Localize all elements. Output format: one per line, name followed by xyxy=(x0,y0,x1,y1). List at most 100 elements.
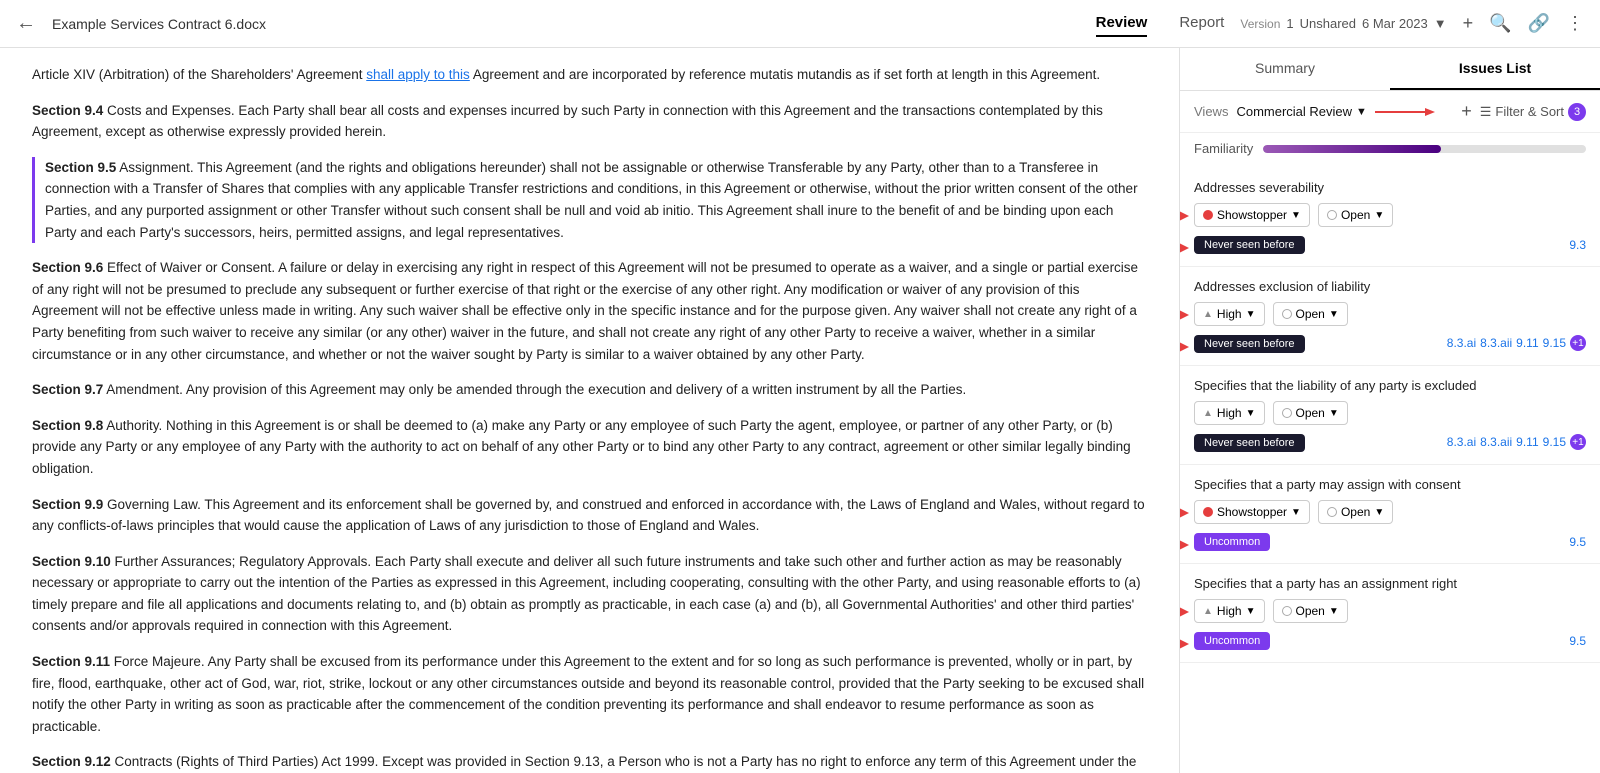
back-button[interactable]: ← xyxy=(16,12,36,35)
familiarity-bar xyxy=(1263,145,1586,153)
severity-button[interactable]: Showstopper ▼ xyxy=(1194,203,1310,227)
topbar-icons: 🔍 🔗 ⋮ xyxy=(1489,13,1584,34)
severity-button[interactable]: ▲ High ▼ xyxy=(1194,401,1265,425)
severity-button[interactable]: Showstopper ▼ xyxy=(1194,500,1310,524)
version-chevron[interactable]: ▼ xyxy=(1434,16,1447,31)
issue-title: Specifies that the liability of any part… xyxy=(1194,378,1586,393)
search-icon[interactable]: 🔍 xyxy=(1489,13,1511,34)
status-button[interactable]: Open ▼ xyxy=(1273,599,1348,623)
status-circle xyxy=(1327,507,1337,517)
severity-label: High xyxy=(1217,406,1242,420)
arrow-indicator xyxy=(1180,633,1189,655)
tag-row: Uncommon xyxy=(1194,631,1586,650)
views-dropdown[interactable]: Commercial Review ▼ xyxy=(1236,104,1366,119)
views-bar: Views Commercial Review ▼ + ☰ Filter & S… xyxy=(1180,91,1600,133)
tag-button[interactable]: Never seen before xyxy=(1194,434,1305,452)
section-link[interactable]: 9.15 xyxy=(1543,336,1566,350)
tab-report[interactable]: Report xyxy=(1179,10,1224,37)
familiarity-row: Familiarity xyxy=(1180,133,1600,160)
tag-button[interactable]: Never seen before xyxy=(1194,236,1305,254)
status-circle xyxy=(1282,309,1292,319)
section-link[interactable]: 9.11 xyxy=(1516,336,1538,350)
more-icon[interactable]: ⋮ xyxy=(1566,13,1584,34)
chevron-down-icon: ▼ xyxy=(1246,408,1256,419)
version-status: Unshared xyxy=(1300,16,1356,31)
familiarity-bar-fill xyxy=(1263,145,1441,153)
issues-list: Addresses severability Showstopper ▼ xyxy=(1180,160,1600,773)
status-circle xyxy=(1327,210,1337,220)
status-button[interactable]: Open ▼ xyxy=(1273,302,1348,326)
section-link[interactable]: 8.3.ai xyxy=(1447,336,1476,350)
issue-controls: Showstopper ▼ Open ▼ xyxy=(1194,500,1586,524)
section-extra-count: +1 xyxy=(1570,335,1586,351)
section-extra-count: +1 xyxy=(1570,434,1586,450)
arrow-indicator xyxy=(1180,304,1189,326)
chevron-down-icon: ▼ xyxy=(1329,606,1339,617)
main-layout: Article XIV (Arbitration) of the Shareho… xyxy=(0,48,1600,773)
section-link[interactable]: 9.5 xyxy=(1569,634,1586,648)
topbar: ← Example Services Contract 6.docx Revie… xyxy=(0,0,1600,48)
status-circle xyxy=(1282,408,1292,418)
share-icon[interactable]: 🔗 xyxy=(1528,13,1550,34)
status-label: Open xyxy=(1296,604,1325,618)
panel-tabs: Summary Issues List xyxy=(1180,48,1600,91)
doc-paragraph: Section 9.8 Authority. Nothing in this A… xyxy=(32,415,1147,480)
filter-sort-button[interactable]: ☰ Filter & Sort 3 xyxy=(1480,103,1586,121)
issue-controls: ▲ High ▼ Open ▼ xyxy=(1194,302,1586,326)
section-link[interactable]: 8.3.ai xyxy=(1447,435,1476,449)
version-date: 6 Mar 2023 xyxy=(1362,16,1428,31)
issue-controls: ▲ High ▼ Open ▼ xyxy=(1194,401,1586,425)
views-value: Commercial Review xyxy=(1236,104,1352,119)
add-view-button[interactable]: + xyxy=(1461,101,1472,122)
tab-issues-list[interactable]: Issues List xyxy=(1390,48,1600,90)
doc-paragraph: Section 9.11 Force Majeure. Any Party sh… xyxy=(32,651,1147,737)
chevron-down-icon: ▼ xyxy=(1291,507,1301,518)
arrow-indicator xyxy=(1180,601,1189,623)
familiarity-label: Familiarity xyxy=(1194,141,1253,156)
views-label: Views xyxy=(1194,104,1228,119)
issue-controls: ▲ High ▼ Open ▼ xyxy=(1194,599,1586,623)
tab-review[interactable]: Review xyxy=(1096,10,1148,37)
chevron-down-icon: ▼ xyxy=(1246,309,1256,320)
section-link[interactable]: 9.5 xyxy=(1569,535,1586,549)
status-button[interactable]: Open ▼ xyxy=(1273,401,1348,425)
arrow-indicator xyxy=(1180,336,1189,358)
version-area: Version 1 Unshared 6 Mar 2023 ▼ xyxy=(1240,16,1446,31)
severity-button[interactable]: ▲ High ▼ xyxy=(1194,302,1265,326)
tab-summary[interactable]: Summary xyxy=(1180,48,1390,90)
arrow-indicator xyxy=(1180,502,1189,524)
issue-card: Addresses exclusion of liability ▲ High … xyxy=(1180,267,1600,366)
tag-button[interactable]: Uncommon xyxy=(1194,533,1270,551)
status-button[interactable]: Open ▼ xyxy=(1318,500,1393,524)
version-label: Version xyxy=(1240,17,1280,31)
section-link[interactable]: 8.3.aii xyxy=(1480,435,1512,449)
filter-label: Filter & Sort xyxy=(1495,104,1564,119)
tag-button[interactable]: Never seen before xyxy=(1194,335,1305,353)
section-link[interactable]: 8.3.aii xyxy=(1480,336,1512,350)
right-panel: Summary Issues List Views Commercial Rev… xyxy=(1180,48,1600,773)
doc-paragraph: Section 9.5 Assignment. This Agreement (… xyxy=(32,157,1147,243)
filter-icon: ☰ xyxy=(1480,104,1492,120)
chevron-down-icon: ▼ xyxy=(1291,210,1301,221)
section-link[interactable]: 9.3 xyxy=(1569,238,1586,252)
status-circle xyxy=(1282,606,1292,616)
chevron-down-icon: ▼ xyxy=(1374,210,1384,221)
chevron-down-icon: ▼ xyxy=(1329,309,1339,320)
severity-label: Showstopper xyxy=(1217,505,1287,519)
add-version-button[interactable]: + xyxy=(1463,13,1474,34)
chevron-down-icon: ▼ xyxy=(1356,106,1367,118)
severity-dot xyxy=(1203,210,1213,220)
status-button[interactable]: Open ▼ xyxy=(1318,203,1393,227)
section-link[interactable]: 9.11 xyxy=(1516,435,1538,449)
severity-dot xyxy=(1203,507,1213,517)
chevron-down-icon: ▼ xyxy=(1374,507,1384,518)
filter-count: 3 xyxy=(1568,103,1586,121)
severity-button[interactable]: ▲ High ▼ xyxy=(1194,599,1265,623)
issue-title: Specifies that a party has an assignment… xyxy=(1194,576,1586,591)
tag-button[interactable]: Uncommon xyxy=(1194,632,1270,650)
issue-card: Specifies that a party has an assignment… xyxy=(1180,564,1600,663)
arrow-indicator xyxy=(1180,237,1189,259)
status-label: Open xyxy=(1296,307,1325,321)
section-link[interactable]: 9.15 xyxy=(1543,435,1566,449)
severity-label: High xyxy=(1217,307,1242,321)
